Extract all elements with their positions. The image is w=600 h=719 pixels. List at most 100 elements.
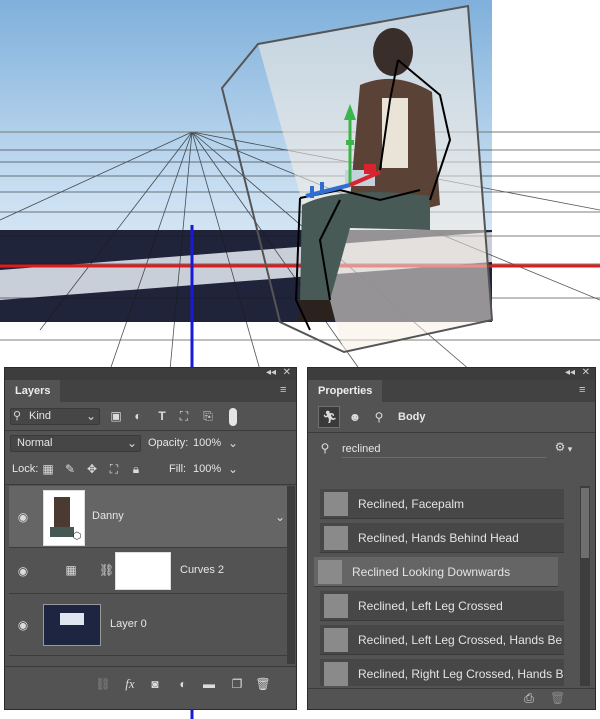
visibility-eye-icon[interactable]: ◉ <box>15 564 31 578</box>
preset-search-input[interactable]: reclined <box>342 443 546 458</box>
chevron-down-icon: ⌄ <box>85 409 96 423</box>
lock-label: Lock: <box>12 463 39 475</box>
panel-menu-icon[interactable]: ≡ <box>280 385 290 396</box>
chevron-down-icon[interactable]: ⌄ <box>274 510 286 524</box>
trash-icon[interactable]: 🗑︎ <box>550 691 565 705</box>
pixel-filter-icon[interactable]: ▣ <box>109 409 123 423</box>
collapse-icon[interactable]: ◂◂ <box>266 367 276 378</box>
tab-properties[interactable]: Properties <box>308 380 383 402</box>
preset-list: Reclined, Facepalm Reclined, Hands Behin… <box>308 486 580 686</box>
blend-mode-dropdown[interactable]: Normal ⌄ <box>10 435 141 452</box>
theater-mask-icon[interactable]: ☻ <box>348 410 362 424</box>
layer-name[interactable]: Layer 0 <box>110 618 147 630</box>
shape-filter-icon[interactable]: ⛶ <box>177 409 191 423</box>
lock-artboard-icon[interactable]: ⛶ <box>107 462 121 476</box>
panel-topbar[interactable]: ◂◂ ✕ <box>308 367 595 380</box>
adjustment-filter-icon[interactable]: ◐ <box>131 409 145 423</box>
blend-mode-value: Normal <box>17 437 53 449</box>
new-layer-icon[interactable]: ❐ <box>229 677 245 691</box>
properties-panel: ◂◂ ✕ Properties ≡ 🏃︎ ☻ ⚲ Body ⚲ reclined… <box>307 367 596 710</box>
fill-value[interactable]: 100% <box>193 463 221 475</box>
layer-mask-thumbnail <box>115 552 171 590</box>
smart-object-icon: ⬡ <box>72 531 82 542</box>
layer-row-curves-2[interactable]: ◉ ▦ ⛓ Curves 2 <box>9 548 287 594</box>
chevron-down-icon[interactable]: ⌄ <box>227 436 239 450</box>
fx-icon[interactable]: fx <box>121 677 139 691</box>
body-pose-button[interactable]: 🏃︎ <box>318 406 340 428</box>
layer-name[interactable]: Danny <box>92 510 124 522</box>
preset-label: Reclined, Facepalm <box>358 497 465 511</box>
pose-thumbnail-icon <box>318 560 342 584</box>
tab-layers[interactable]: Layers <box>5 380 61 402</box>
smart-object-filter-icon[interactable]: ⎘ <box>201 409 215 423</box>
chevron-down-icon[interactable]: ⌄ <box>227 462 239 476</box>
layers-panel: ◂◂ ✕ Layers ≡ ⚲ Kind ⌄ ▣ ◐ T ⛶ ⎘ Normal <box>4 367 297 710</box>
opacity-label: Opacity: <box>148 437 189 449</box>
filter-row: ⚲ Kind ⌄ ▣ ◐ T ⛶ ⎘ <box>5 406 296 428</box>
fill-label: Fill: <box>169 463 187 475</box>
adjustment-icon[interactable]: ◐ <box>175 677 191 691</box>
preset-scrollbar[interactable] <box>580 486 590 686</box>
visibility-eye-icon[interactable]: ◉ <box>15 510 31 524</box>
properties-section-row: 🏃︎ ☻ ⚲ Body <box>308 405 595 429</box>
layer-row-danny[interactable]: ◉ ⬡ Danny ⌄ <box>9 486 287 548</box>
properties-footer: ⎙ 🗑︎ <box>308 690 595 708</box>
figure-scene-icon[interactable]: ⚲ <box>372 410 386 424</box>
properties-tab-row: Properties ≡ <box>308 380 595 402</box>
chain-link-icon[interactable]: ⛓ <box>99 563 114 577</box>
layer-row-layer-0[interactable]: ◉ Layer 0 <box>9 594 287 656</box>
lock-all-icon[interactable]: 🔒︎ <box>129 462 143 476</box>
preset-search-row: ⚲ reclined ⚙ ▾ <box>308 438 595 460</box>
layers-footer: ⛓ fx ◙ ◐ ▬ ❐ 🗑︎ <box>5 675 296 695</box>
figure-pose-icon: 🏃︎ <box>322 410 338 424</box>
divider <box>5 666 296 667</box>
layers-scrollbar[interactable] <box>287 486 295 664</box>
preset-item[interactable]: Reclined, Right Leg Crossed, Hands B <box>320 659 564 686</box>
pose-thumbnail-icon <box>324 594 348 618</box>
chevron-down-icon: ⌄ <box>126 436 137 450</box>
search-icon: ⚲ <box>320 441 330 455</box>
preset-item[interactable]: Reclined, Facepalm <box>320 489 564 519</box>
preset-item[interactable]: Reclined, Hands Behind Head <box>320 523 564 553</box>
pose-thumbnail-icon <box>324 526 348 550</box>
panel-menu-icon[interactable]: ≡ <box>579 385 589 396</box>
collapse-icon[interactable]: ◂◂ <box>565 367 575 378</box>
preset-item[interactable]: Reclined, Left Leg Crossed <box>320 591 564 621</box>
divider <box>5 430 296 431</box>
preset-label: Reclined, Hands Behind Head <box>358 531 519 545</box>
preset-label: Reclined, Left Leg Crossed, Hands Be <box>358 633 563 647</box>
save-preset-icon[interactable]: ⎙ <box>522 691 536 705</box>
layers-tab-row: Layers ≡ <box>5 380 296 402</box>
pose-thumbnail-icon <box>324 628 348 652</box>
layer-thumbnail <box>43 604 101 646</box>
preset-label: Reclined, Left Leg Crossed <box>358 599 503 613</box>
kind-filter-dropdown[interactable]: ⚲ Kind ⌄ <box>10 408 100 425</box>
divider <box>5 484 296 485</box>
filter-toggle-icon[interactable] <box>229 408 237 426</box>
curves-adjustment-icon: ▦ <box>65 563 77 577</box>
layer-name[interactable]: Curves 2 <box>180 564 224 576</box>
canvas-workspace[interactable]: ◂◂ ✕ Layers ≡ ⚲ Kind ⌄ ▣ ◐ T ⛶ ⎘ Normal <box>0 0 600 719</box>
lock-paint-icon[interactable]: ✎ <box>63 462 77 476</box>
panel-topbar[interactable]: ◂◂ ✕ <box>5 367 296 380</box>
type-filter-icon[interactable]: T <box>155 409 169 423</box>
trash-icon[interactable]: 🗑︎ <box>255 677 271 691</box>
search-icon: ⚲ <box>13 410 22 422</box>
blend-row: Normal ⌄ Opacity: 100% ⌄ <box>5 433 296 455</box>
layer-list: ◉ ⬡ Danny ⌄ ◉ ▦ ⛓ Curves 2 ◉ Layer 0 <box>5 486 296 664</box>
preset-label: Reclined, Right Leg Crossed, Hands B <box>358 667 564 681</box>
visibility-eye-icon[interactable]: ◉ <box>15 618 31 632</box>
chevron-down-icon[interactable]: ▾ <box>566 442 574 456</box>
lock-transparency-icon[interactable]: ▦ <box>41 462 55 476</box>
close-icon[interactable]: ✕ <box>582 367 590 378</box>
mask-icon[interactable]: ◙ <box>147 677 163 691</box>
body-section-label: Body <box>398 411 426 423</box>
scrollbar-thumb[interactable] <box>581 488 589 558</box>
preset-item-selected[interactable]: Reclined Looking Downwards <box>314 557 558 587</box>
lock-position-icon[interactable]: ✥ <box>85 462 99 476</box>
link-icon[interactable]: ⛓ <box>95 677 111 691</box>
group-folder-icon[interactable]: ▬ <box>201 677 217 691</box>
preset-item[interactable]: Reclined, Left Leg Crossed, Hands Be <box>320 625 564 655</box>
opacity-value[interactable]: 100% <box>193 437 221 449</box>
close-icon[interactable]: ✕ <box>283 367 291 378</box>
